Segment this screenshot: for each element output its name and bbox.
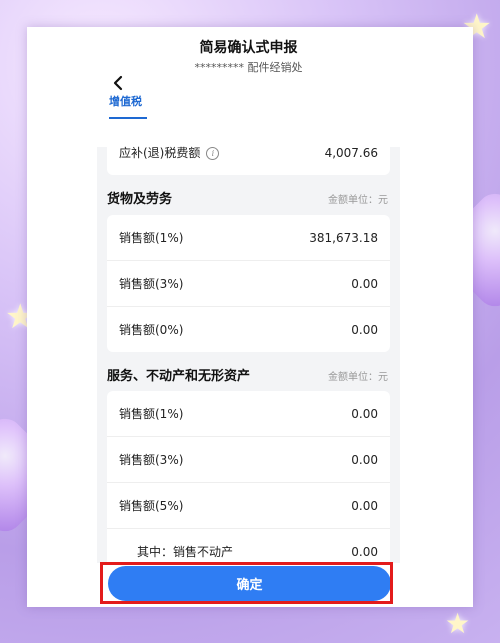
app-screen: 简易确认式申报 ********* 配件经销处 增值税 应补(退)税费额 i 4,… [97,27,400,607]
row-value: 0.00 [351,322,378,337]
row-label: 销售额(3%) [119,453,184,467]
row-label: 销售额(0%) [119,323,184,337]
table-row: 销售额(5%) 0.00 [107,483,390,529]
services-card: 销售额(1%) 0.00 销售额(3%) 0.00 销售额(5%) 0.00 其… [107,391,390,574]
table-row: 销售额(3%) 0.00 [107,261,390,307]
row-value: 0.00 [351,276,378,291]
app-header: 简易确认式申报 ********* 配件经销处 增值税 [97,27,400,147]
page-subtitle: ********* 配件经销处 [194,61,303,74]
services-section-title: 服务、不动产和无形资产 [107,369,251,384]
row-label: 其中：销售不动产 [137,545,234,559]
tab-active-indicator [109,117,147,119]
summary-label: 应补(退)税费额 i [119,144,220,161]
table-row: 销售额(3%) 0.00 [107,437,390,483]
row-label: 销售额(1%) [119,231,184,245]
row-value: 0.00 [351,406,378,421]
back-button[interactable] [109,73,129,93]
page-title: 简易确认式申报 [199,40,298,56]
goods-section-title: 货物及劳务 [107,192,173,207]
summary-value: 4,007.66 [324,145,378,160]
summary-card: 应补(退)税费额 i 4,007.66 [107,130,390,175]
row-label: 销售额(1%) [119,407,184,421]
row-value: 0.00 [351,452,378,467]
summary-row: 应补(退)税费额 i 4,007.66 [107,130,390,175]
tab-vat[interactable]: 增值税 [109,93,142,109]
row-value: 381,673.18 [309,230,378,245]
row-value: 0.00 [351,544,378,559]
goods-unit-label: 金额单位：元 [328,195,388,206]
table-row: 销售额(1%) 0.00 [107,391,390,437]
chevron-left-icon [113,75,123,91]
services-unit-label: 金额单位：元 [328,372,388,383]
table-row: 销售额(0%) 0.00 [107,307,390,352]
row-label: 销售额(5%) [119,499,184,513]
table-row: 销售额(1%) 381,673.18 [107,215,390,261]
decor-star-icon: ★ [445,607,471,640]
row-label: 销售额(3%) [119,277,184,291]
goods-card: 销售额(1%) 381,673.18 销售额(3%) 0.00 销售额(0%) … [107,215,390,352]
info-icon[interactable]: i [206,147,220,160]
row-value: 0.00 [351,498,378,513]
confirm-button[interactable]: 确定 [108,566,391,601]
